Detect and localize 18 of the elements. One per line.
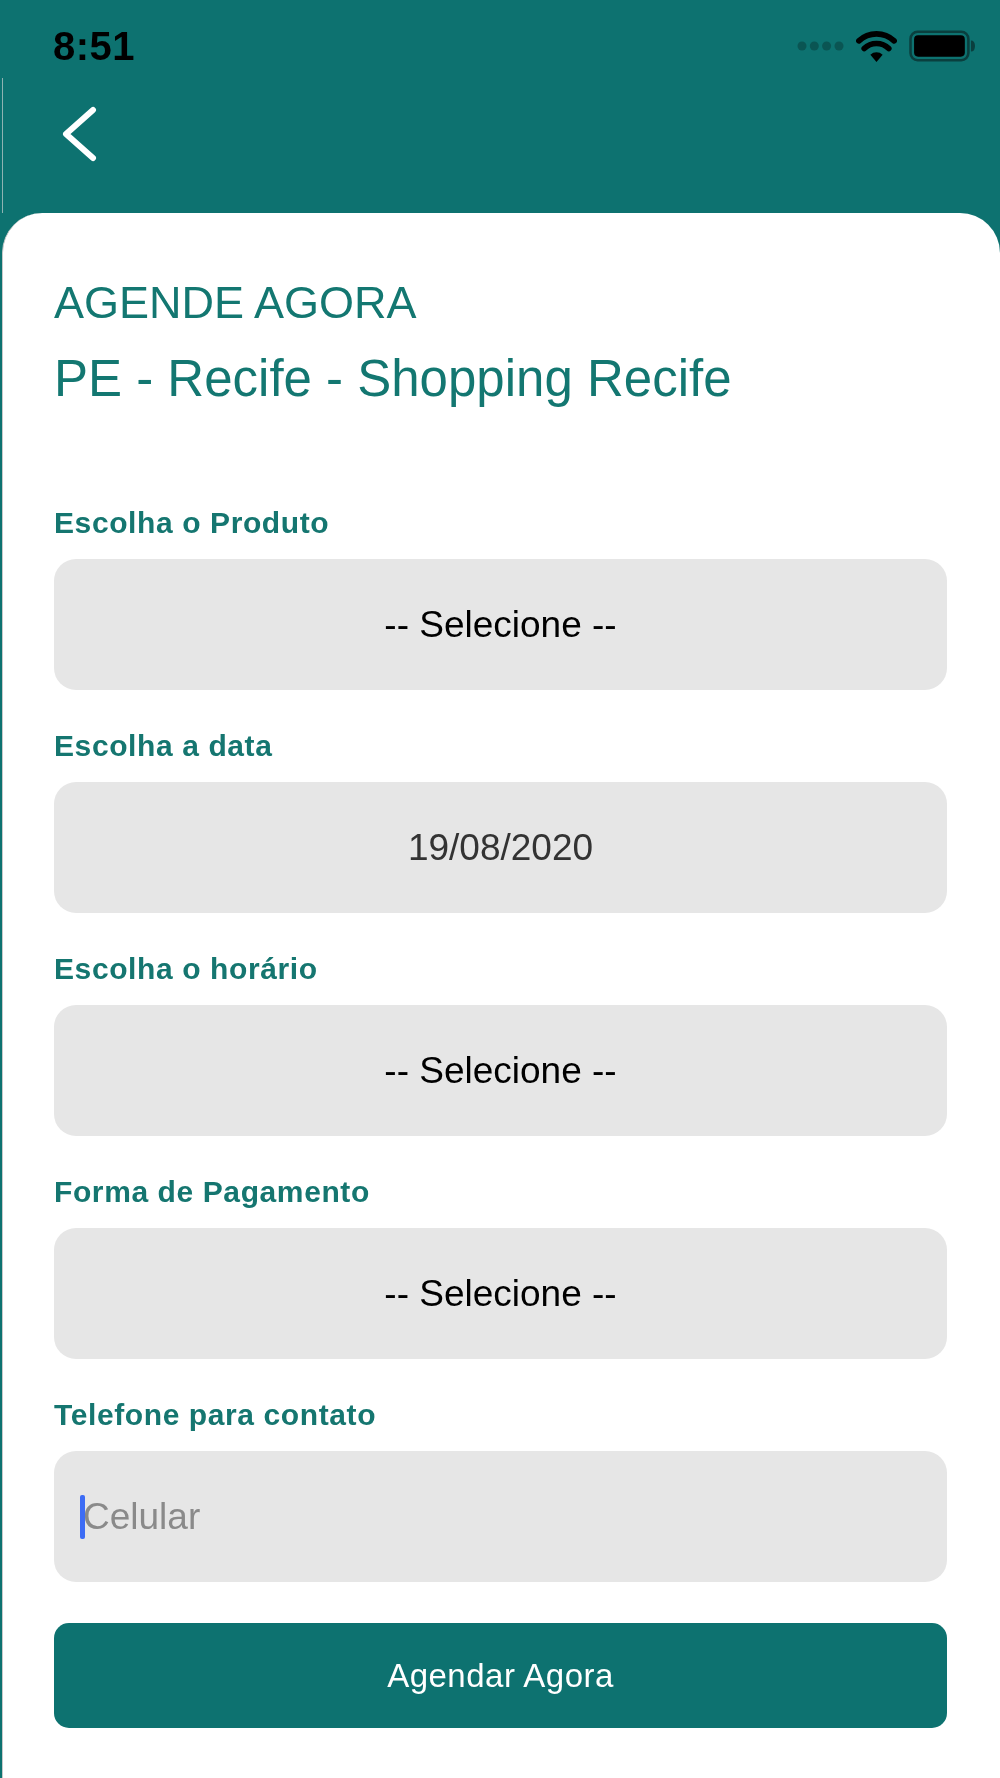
select-field[interactable]: -- Selecione --	[54, 1005, 947, 1136]
field-label: Forma de Pagamento	[54, 1175, 371, 1209]
schedule-button[interactable]: Agendar Agora	[54, 1623, 947, 1728]
signal-icon	[797, 41, 844, 51]
wifi-icon	[856, 30, 897, 62]
field-label: Escolha o Produto	[54, 506, 331, 540]
select-field[interactable]: -- Selecione --	[54, 1228, 947, 1359]
back-icon[interactable]	[61, 106, 97, 162]
select-field[interactable]: -- Selecione --	[54, 559, 947, 690]
field-label: Escolha o horário	[54, 952, 319, 986]
field-label: Escolha a data	[54, 729, 274, 763]
date-field[interactable]: 19/08/2020	[54, 782, 947, 913]
field-label: Telefone para contato	[54, 1398, 378, 1432]
status-time: 8:51	[53, 26, 136, 66]
store-name: PE - Recife - Shopping Recife	[54, 349, 733, 409]
battery-icon	[909, 30, 976, 62]
phone-input[interactable]: Celular	[54, 1451, 947, 1582]
page-title: AGENDE AGORA	[54, 277, 418, 329]
